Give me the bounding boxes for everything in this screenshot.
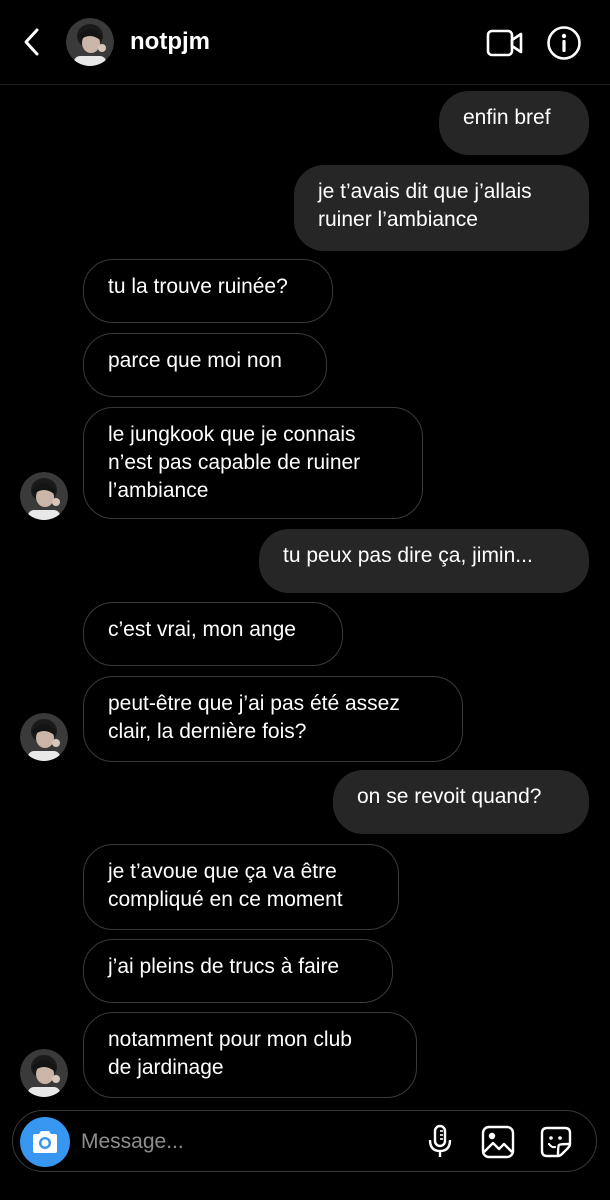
- back-button[interactable]: [14, 24, 50, 60]
- info-button[interactable]: [544, 24, 584, 62]
- message-received[interactable]: je t’avoue que ça va être compliqué en c…: [83, 844, 399, 930]
- message-received[interactable]: c’est vrai, mon ange: [83, 602, 343, 666]
- message-received[interactable]: notamment pour mon club de jardinage: [83, 1012, 417, 1098]
- avatar[interactable]: [20, 713, 68, 761]
- image-icon: [481, 1125, 515, 1159]
- avatar[interactable]: [66, 18, 114, 66]
- info-icon: [547, 26, 581, 60]
- camera-icon: [33, 1131, 57, 1153]
- voice-message-button[interactable]: [421, 1123, 459, 1161]
- message-received[interactable]: peut-être que j’ai pas été assez clair, …: [83, 676, 463, 762]
- avatar[interactable]: [20, 472, 68, 520]
- message-input[interactable]: [79, 1121, 403, 1163]
- message-received[interactable]: tu la trouve ruinée?: [83, 259, 333, 323]
- video-camera-icon: [486, 29, 523, 57]
- video-call-button[interactable]: [484, 24, 526, 62]
- sticker-button[interactable]: [537, 1123, 575, 1161]
- chevron-left-icon: [24, 28, 39, 56]
- message-received[interactable]: parce que moi non: [83, 333, 327, 397]
- message-thread[interactable]: enfin bref je t’avais dit que j’allais r…: [0, 84, 610, 1104]
- message-sent[interactable]: tu peux pas dire ça, jimin...: [259, 529, 589, 593]
- message-sent[interactable]: enfin bref: [439, 91, 589, 155]
- camera-button[interactable]: [20, 1117, 70, 1167]
- message-received[interactable]: j’ai pleins de trucs à faire: [83, 939, 393, 1003]
- message-sent[interactable]: on se revoit quand?: [333, 770, 589, 834]
- chat-header: notpjm: [0, 0, 610, 85]
- avatar[interactable]: [20, 1049, 68, 1097]
- username[interactable]: notpjm: [130, 28, 210, 56]
- gallery-button[interactable]: [479, 1123, 517, 1161]
- message-sent[interactable]: je t’avais dit que j’allais ruiner l’amb…: [294, 165, 589, 251]
- sticker-icon: [540, 1126, 572, 1158]
- message-received[interactable]: le jungkook que je connais n’est pas cap…: [83, 407, 423, 519]
- message-composer: [12, 1110, 597, 1172]
- microphone-icon: [428, 1124, 452, 1157]
